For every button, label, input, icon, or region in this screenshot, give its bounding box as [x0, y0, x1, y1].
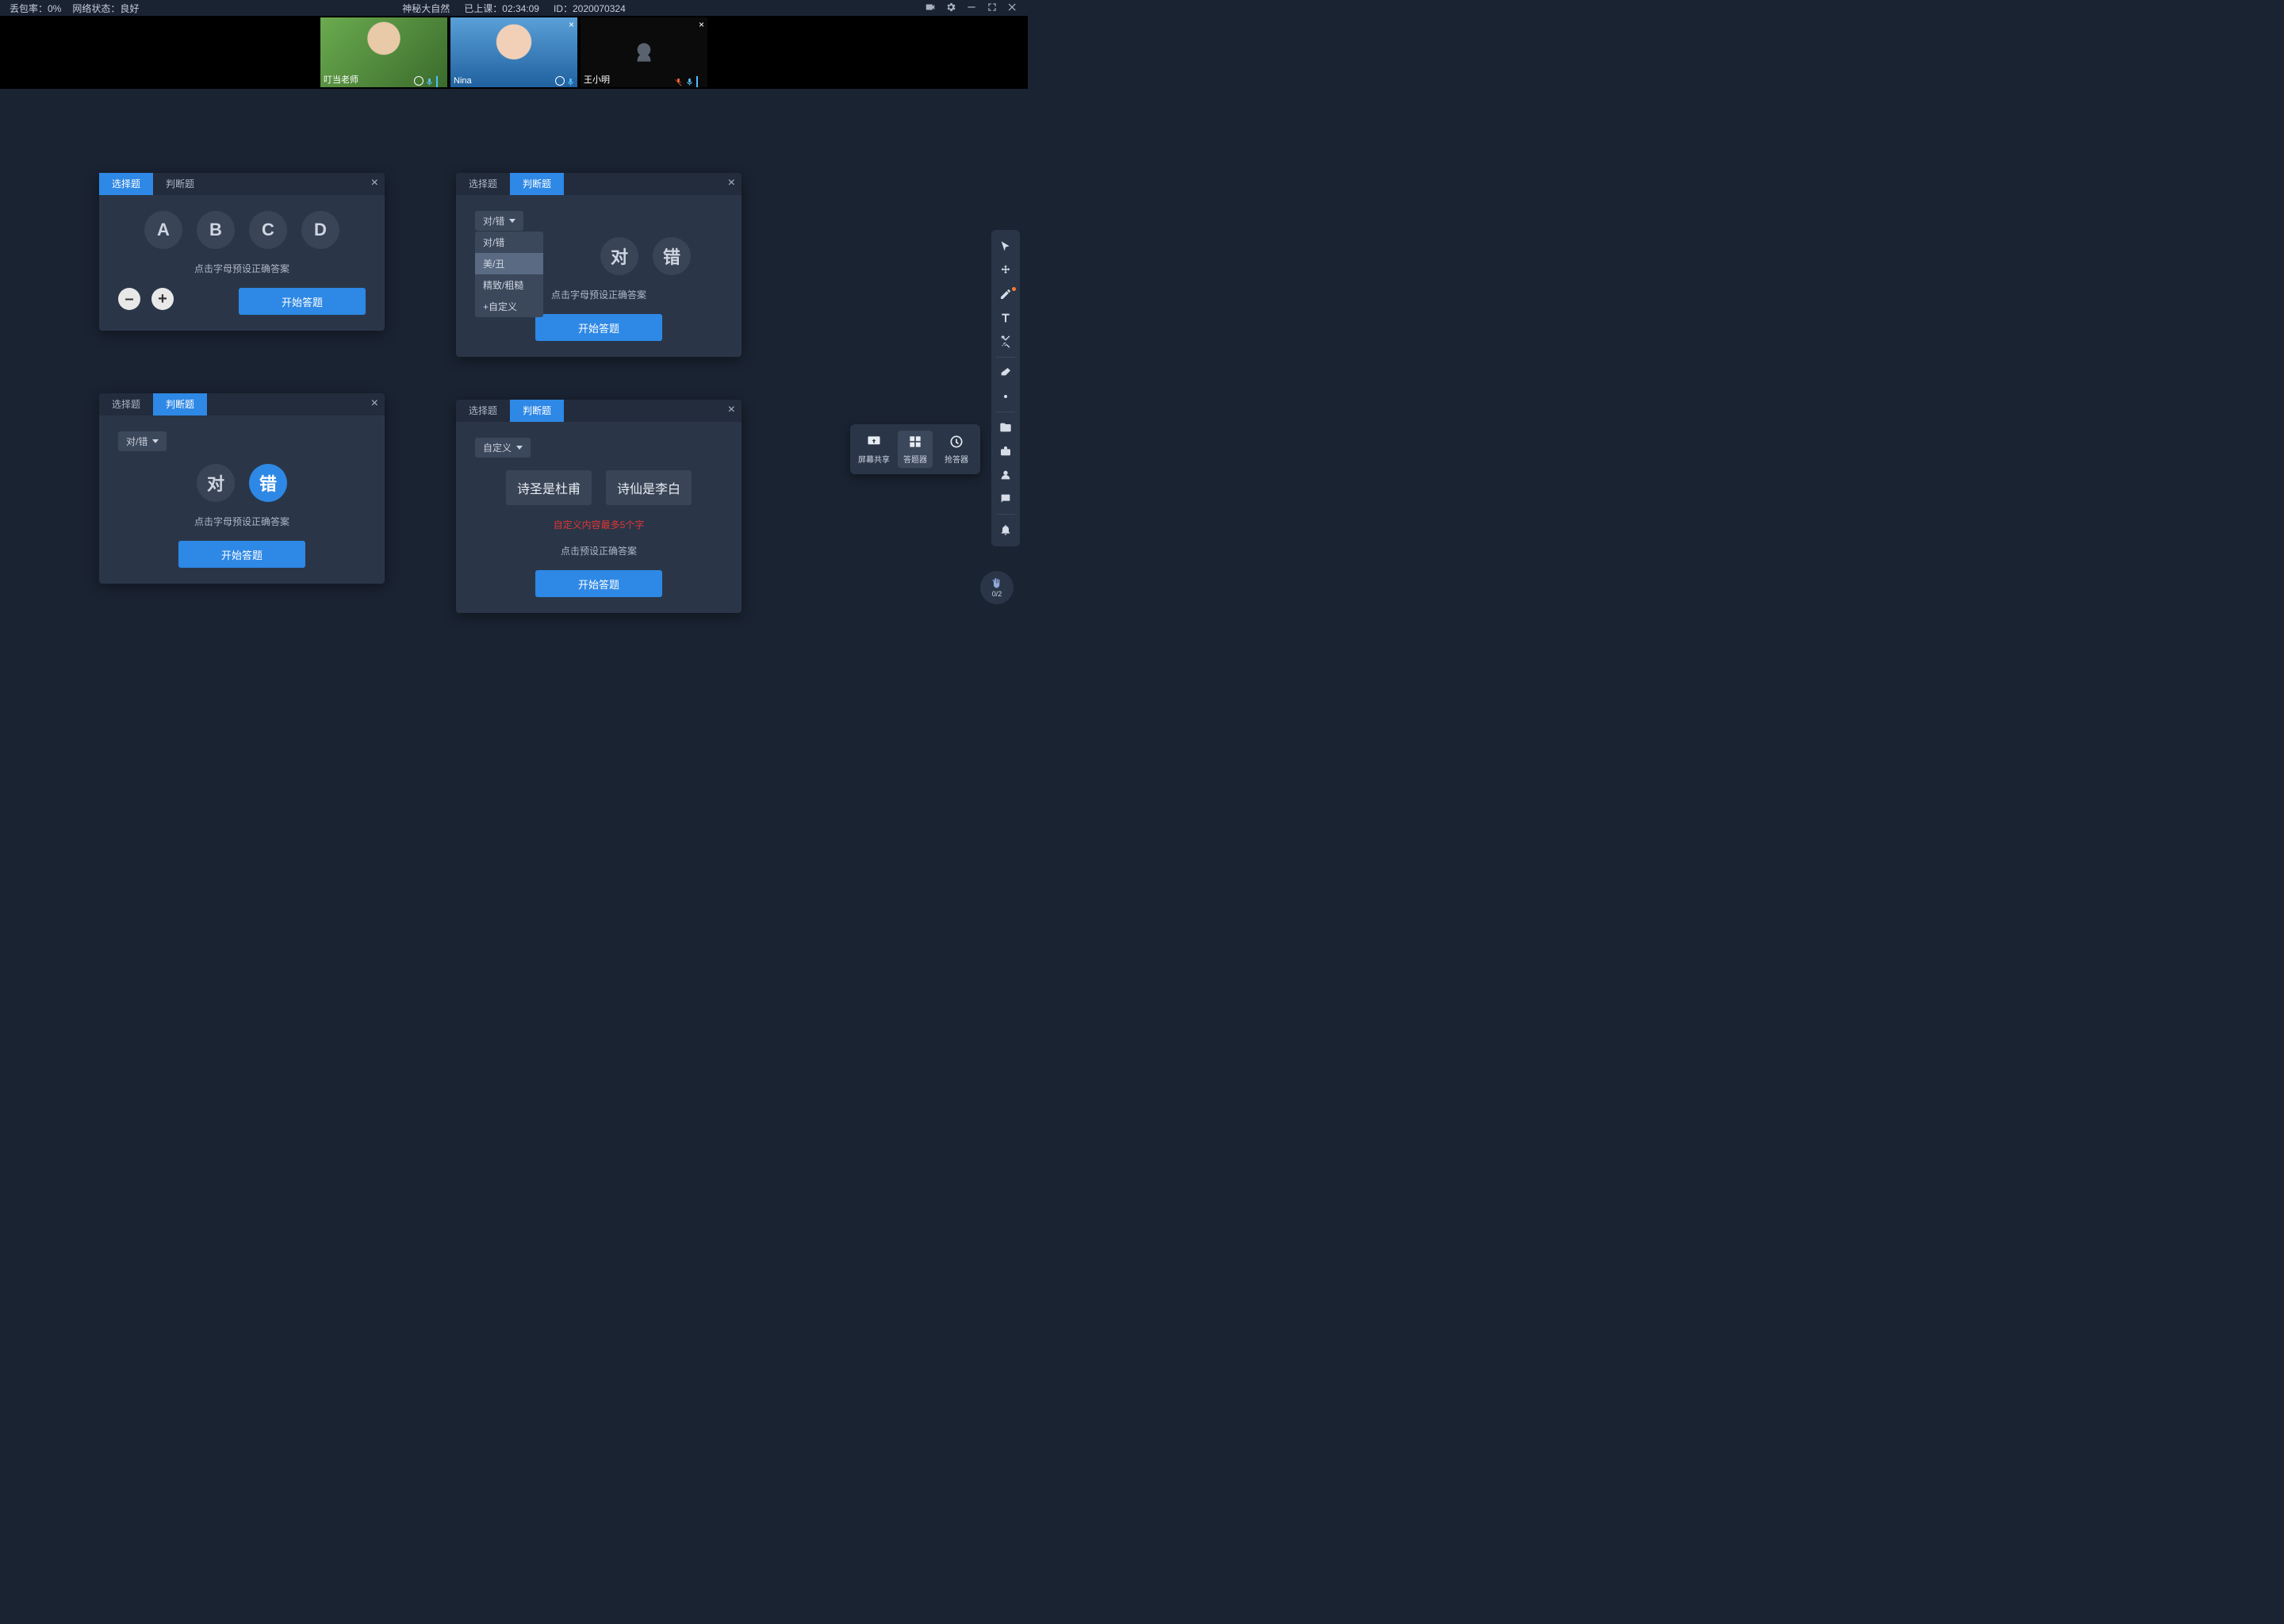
panel-close-icon[interactable]: × [371, 176, 378, 190]
chevron-down-icon [516, 446, 523, 450]
preset-hint: 点击字母预设正确答案 [194, 515, 289, 528]
answer-tool-button[interactable]: 答题器 [898, 431, 933, 468]
maximize-icon[interactable] [987, 2, 998, 15]
right-tool-rail [991, 230, 1020, 546]
preset-hint: 点击字母预设正确答案 [194, 262, 289, 275]
add-option-button[interactable]: + [151, 288, 174, 310]
raise-hand-badge[interactable]: 0/2 [980, 571, 1014, 604]
menu-item[interactable]: 精致/粗糙 [475, 274, 543, 296]
judge-type-select[interactable]: 自定义 [475, 438, 531, 458]
settings-icon[interactable] [945, 2, 956, 15]
pen-tool-icon[interactable] [991, 282, 1020, 306]
preset-hint: 点击预设正确答案 [561, 544, 637, 557]
tab-judge[interactable]: 判断题 [510, 400, 564, 422]
screen-share-button[interactable]: 屏幕共享 [856, 431, 891, 468]
tab-choice[interactable]: 选择题 [456, 400, 510, 422]
judge-type-select[interactable]: 对/错 对/错 美/丑 精致/粗糙 +自定义 [475, 211, 523, 231]
question-panel-judge-selected: 选择题 判断题 × 对/错 对 错 点击字母预设正确答案 开始答题 [99, 393, 385, 584]
participant-name: 王小明 [584, 73, 610, 86]
class-title: 神秘大自然 [402, 2, 450, 15]
answer-option-false[interactable]: 错 [249, 464, 287, 502]
tab-choice[interactable]: 选择题 [99, 393, 153, 416]
text-tool-icon[interactable] [991, 306, 1020, 330]
eraser-icon[interactable] [991, 361, 1020, 385]
mic-muted-icon [674, 76, 684, 86]
elapsed-time: 已上课：02:34:09 [464, 2, 539, 15]
camera-off-icon [628, 36, 660, 68]
tab-judge[interactable]: 判断题 [153, 393, 207, 416]
tab-judge[interactable]: 判断题 [510, 173, 564, 195]
video-tile-teacher[interactable]: 叮当老师 [320, 17, 447, 87]
menu-item-add-custom[interactable]: +自定义 [475, 296, 543, 317]
menu-item[interactable]: 对/错 [475, 232, 543, 253]
mic-icon [425, 76, 435, 86]
custom-limit-hint: 自定义内容最多5个字 [554, 518, 645, 531]
question-panel-choice: 选择题 判断题 × A B C D 点击字母预设正确答案 – + 开始答题 [99, 173, 385, 331]
judge-type-select[interactable]: 对/错 [118, 431, 167, 451]
tab-choice[interactable]: 选择题 [99, 173, 153, 195]
minimize-icon[interactable] [966, 2, 977, 15]
chevron-down-icon [509, 219, 515, 223]
network-status-label: 网络状态：良好 [72, 2, 139, 15]
remove-option-button[interactable]: – [118, 288, 140, 310]
video-tile-student[interactable]: × Nina [450, 17, 577, 87]
custom-answer-option[interactable]: 诗仙是李白 [606, 470, 692, 505]
toolbox-icon[interactable] [991, 439, 1020, 463]
answer-option-true[interactable]: 对 [600, 237, 638, 275]
start-answer-button[interactable]: 开始答题 [239, 288, 366, 315]
mic-icon [685, 76, 695, 86]
packet-loss-label: 丢包率：0% [10, 2, 61, 15]
video-strip: 叮当老师 × Nina × 王小明 [0, 16, 1028, 89]
panel-close-icon[interactable]: × [728, 403, 735, 417]
video-tile-student-camoff[interactable]: × 王小明 [581, 17, 707, 87]
participant-name: Nina [454, 76, 472, 86]
question-panel-custom: 选择题 判断题 × 自定义 诗圣是杜甫 诗仙是李白 自定义内容最多5个字 点击预… [456, 400, 742, 613]
signal-icon [436, 76, 446, 86]
answer-option-false[interactable]: 错 [653, 237, 691, 275]
user-icon[interactable] [991, 463, 1020, 487]
camera-toggle-icon[interactable] [925, 2, 936, 15]
panel-close-icon[interactable]: × [728, 176, 735, 190]
tab-choice[interactable]: 选择题 [456, 173, 510, 195]
start-answer-button[interactable]: 开始答题 [535, 570, 662, 597]
bell-icon[interactable] [991, 518, 1020, 542]
signal-icon [696, 76, 706, 86]
scissors-icon[interactable] [991, 330, 1020, 354]
folder-icon[interactable] [991, 416, 1020, 439]
participant-name: 叮当老师 [324, 73, 358, 86]
teaching-tools-popup: 屏幕共享 答题器 抢答器 [850, 424, 980, 474]
start-answer-button[interactable]: 开始答题 [178, 541, 305, 568]
buzzer-button[interactable]: 抢答器 [939, 431, 974, 468]
close-icon[interactable] [1007, 2, 1018, 15]
top-bar: 丢包率：0% 网络状态：良好 神秘大自然 已上课：02:34:09 ID：202… [0, 0, 1028, 16]
start-answer-button[interactable]: 开始答题 [535, 314, 662, 341]
move-tool-icon[interactable] [991, 259, 1020, 282]
pointer-tool-icon[interactable] [991, 235, 1020, 259]
answer-option-true[interactable]: 对 [197, 464, 235, 502]
menu-item[interactable]: 美/丑 [475, 253, 543, 274]
answer-option-b[interactable]: B [197, 211, 235, 249]
tile-close-icon[interactable]: × [569, 19, 574, 30]
record-icon [555, 76, 565, 86]
preset-hint: 点击字母预设正确答案 [551, 288, 646, 301]
tab-judge[interactable]: 判断题 [153, 173, 207, 195]
mic-icon [566, 76, 576, 86]
answer-option-d[interactable]: D [301, 211, 339, 249]
session-id: ID：2020070324 [554, 2, 626, 15]
custom-answer-option[interactable]: 诗圣是杜甫 [506, 470, 592, 505]
chat-icon[interactable] [991, 487, 1020, 511]
chevron-down-icon [152, 439, 159, 443]
hand-count: 0/2 [992, 590, 1002, 598]
answer-option-a[interactable]: A [144, 211, 182, 249]
judge-type-menu: 对/错 美/丑 精致/粗糙 +自定义 [475, 232, 543, 317]
answer-option-c[interactable]: C [249, 211, 287, 249]
question-panel-judge-dropdown: 选择题 判断题 × 对/错 对/错 美/丑 精致/粗糙 +自定义 对 错 点击字… [456, 173, 742, 357]
panel-close-icon[interactable]: × [371, 396, 378, 411]
laser-icon[interactable] [991, 385, 1020, 408]
tile-close-icon[interactable]: × [699, 19, 704, 30]
record-icon [414, 76, 423, 86]
